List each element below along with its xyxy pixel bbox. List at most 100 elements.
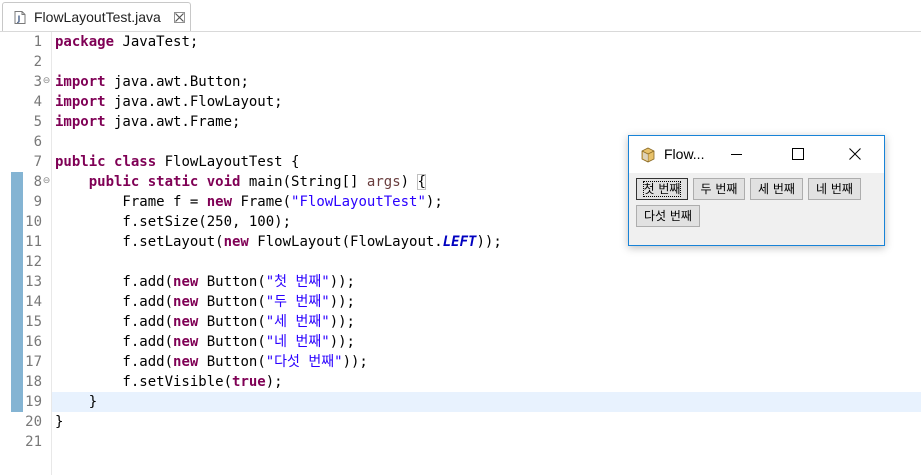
line-number: 11 <box>25 234 42 250</box>
code-token: )); <box>329 294 355 310</box>
code-line[interactable]: 12 <box>0 252 921 272</box>
fold-collapse-icon[interactable]: ⊖ <box>42 77 51 86</box>
keyword-token: void <box>206 174 241 190</box>
string-token: "첫 번째" <box>265 274 330 290</box>
code-text: import java.awt.FlowLayout; <box>55 92 283 112</box>
code-line[interactable]: 19 } <box>0 392 921 412</box>
code-line[interactable]: 15 f.add(new Button("세 번째")); <box>0 312 921 332</box>
code-token: java.awt.FlowLayout; <box>105 94 283 110</box>
code-text: f.add(new Button("두 번째")); <box>55 292 355 312</box>
keyword-token: new <box>173 294 199 310</box>
line-number: 15 <box>25 314 42 330</box>
line-number: 16 <box>25 334 42 350</box>
code-line[interactable]: 1 package JavaTest; <box>0 32 921 52</box>
maximize-button[interactable] <box>775 136 821 173</box>
code-text: import java.awt.Frame; <box>55 112 240 132</box>
code-text: public class FlowLayoutTest { <box>55 152 299 172</box>
code-token: Button( <box>198 314 266 330</box>
matching-brace: { <box>417 174 426 190</box>
code-token: Frame f = <box>55 194 207 210</box>
code-text: f.setSize(250, 100); <box>55 212 291 232</box>
code-token: java.awt.Button; <box>105 74 249 90</box>
code-token: f.add( <box>55 354 174 370</box>
code-token: Button( <box>198 354 266 370</box>
code-line[interactable]: 14 f.add(new Button("두 번째")); <box>0 292 921 312</box>
code-token: )); <box>476 234 502 250</box>
string-token: "세 번째" <box>265 314 330 330</box>
code-text: import java.awt.Button; <box>55 72 249 92</box>
keyword-token: new <box>206 194 233 210</box>
awt-button-5[interactable]: 다섯 번째 <box>636 205 700 227</box>
keyword-token: true <box>232 374 266 390</box>
line-number: 12 <box>25 254 42 270</box>
java-app-icon <box>641 147 655 163</box>
minimize-button[interactable] <box>714 136 760 173</box>
line-number: 1 <box>33 34 42 50</box>
line-number: 18 <box>25 374 42 390</box>
awt-client-area: 첫 번째 두 번째 세 번째 네 번째 다섯 번째 <box>629 173 884 245</box>
screenshot-root: J FlowLayoutTest.java 1 package JavaTest;… <box>0 0 921 475</box>
line-number: 8 <box>33 174 42 190</box>
code-text: } <box>55 412 63 432</box>
code-token: f.setLayout( <box>55 234 224 250</box>
string-token: "두 번째" <box>265 294 330 310</box>
keyword-token: public <box>88 174 140 190</box>
close-button[interactable] <box>832 136 878 173</box>
line-number: 5 <box>33 114 42 130</box>
code-text: f.add(new Button("세 번째")); <box>55 312 355 332</box>
awt-button-4[interactable]: 네 번째 <box>808 178 861 200</box>
code-text: f.setLayout(new FlowLayout(FlowLayout.LE… <box>55 232 502 252</box>
code-line[interactable]: 20} <box>0 412 921 432</box>
code-line[interactable]: 4 import java.awt.FlowLayout; <box>0 92 921 112</box>
code-line[interactable]: 2 <box>0 52 921 72</box>
keyword-token: import <box>55 94 106 110</box>
code-line[interactable]: 5 import java.awt.Frame; <box>0 112 921 132</box>
line-number: 14 <box>25 294 42 310</box>
code-token: main(String[] <box>240 174 367 190</box>
parameter-token: args <box>366 174 401 190</box>
editor-tab-strip: J FlowLayoutTest.java <box>0 0 921 32</box>
awt-frame-window[interactable]: Flow... 첫 번째 두 번째 세 번째 네 번째 다섯 번째 <box>628 135 885 246</box>
code-line[interactable]: 16 f.add(new Button("네 번째")); <box>0 332 921 352</box>
code-token: ) <box>400 174 418 190</box>
string-token: "다섯 번째" <box>265 354 343 370</box>
code-token: FlowLayoutTest { <box>156 154 300 170</box>
code-token: Button( <box>198 274 266 290</box>
code-token: ); <box>425 194 443 210</box>
keyword-token: new <box>173 334 199 350</box>
keyword-token: package <box>55 34 115 50</box>
static-field-token: LEFT <box>442 234 477 250</box>
awt-button-2[interactable]: 두 번째 <box>693 178 745 200</box>
tab-flowlayouttest-java[interactable]: J FlowLayoutTest.java <box>2 2 191 31</box>
keyword-token: import <box>55 114 106 130</box>
code-text: f.add(new Button("네 번째")); <box>55 332 355 352</box>
awt-title-bar[interactable]: Flow... <box>629 136 884 173</box>
code-line[interactable]: 17 f.add(new Button("다섯 번째")); <box>0 352 921 372</box>
close-icon[interactable] <box>174 12 185 23</box>
code-line[interactable]: 18 f.setVisible(true); <box>0 372 921 392</box>
code-text: Frame f = new Frame("FlowLayoutTest"); <box>55 192 443 212</box>
awt-button-3[interactable]: 세 번째 <box>750 178 803 200</box>
code-line[interactable]: 21 <box>0 432 921 452</box>
code-line[interactable]: 3 ⊖ import java.awt.Button; <box>0 72 921 92</box>
code-text: f.add(new Button("첫 번째")); <box>55 272 355 292</box>
code-token: f.add( <box>55 314 174 330</box>
code-line[interactable]: 13 f.add(new Button("첫 번째")); <box>0 272 921 292</box>
line-number: 6 <box>33 134 42 150</box>
string-token: "FlowLayoutTest" <box>291 194 426 210</box>
code-text: f.setVisible(true); <box>55 372 282 392</box>
fold-collapse-icon[interactable]: ⊖ <box>42 177 51 186</box>
code-token: )); <box>342 354 368 370</box>
code-token: Frame( <box>232 194 292 210</box>
code-token: java.awt.Frame; <box>105 114 241 130</box>
awt-button-1[interactable]: 첫 번째 <box>636 178 688 200</box>
keyword-token: class <box>114 154 157 170</box>
svg-text:J: J <box>17 15 21 24</box>
line-number: 21 <box>25 434 42 450</box>
code-token: Button( <box>198 334 266 350</box>
keyword-token: public <box>55 154 106 170</box>
line-number: 20 <box>25 414 42 430</box>
